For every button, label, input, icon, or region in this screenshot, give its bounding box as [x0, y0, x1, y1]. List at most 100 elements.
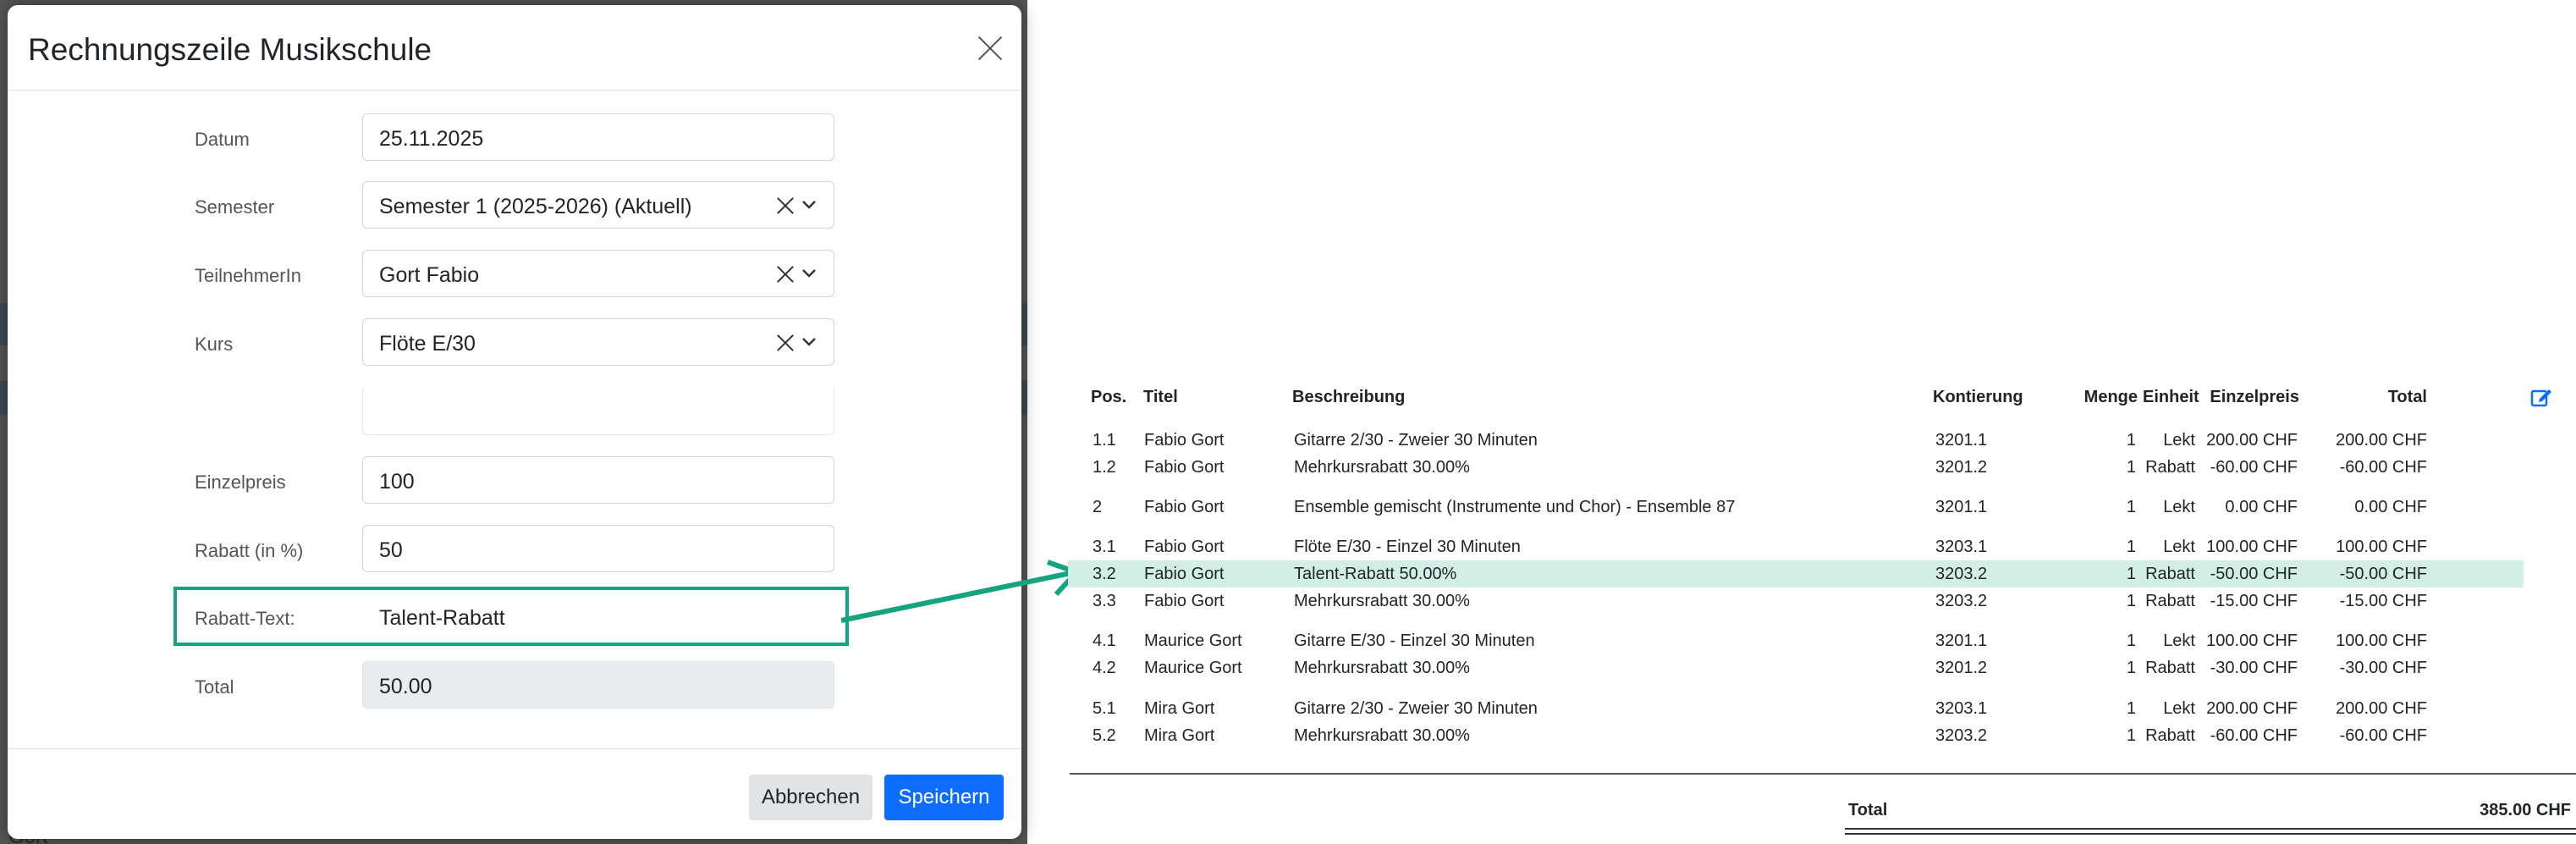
chevron-down-icon[interactable] — [801, 264, 817, 281]
clear-icon[interactable] — [776, 196, 795, 215]
kurs-select[interactable]: Flöte E/30 — [362, 318, 834, 366]
teilnehmer-value: Gort Fabio — [379, 263, 480, 287]
clear-icon[interactable] — [776, 265, 795, 284]
form-row-total: Total 50.00 — [8, 661, 1021, 712]
table-row: 3.1 Fabio Gort Flöte E/30 - Einzel 30 Minu… — [1068, 533, 2524, 560]
einzelpreis-input[interactable]: 100 — [362, 456, 834, 504]
cell-titel: Fabio Gort — [1144, 565, 1225, 583]
header-menge: Menge — [2083, 388, 2138, 406]
cell-einheit: Lekt — [2163, 431, 2195, 450]
header-pos: Pos. — [1091, 388, 1127, 406]
cell-titel: Mira Gort — [1144, 726, 1215, 745]
cell-einzelpreis: 200.00 CHF — [2206, 431, 2298, 450]
cell-beschreibung: Talent-Rabatt 50.00% — [1294, 565, 1457, 583]
datum-input[interactable]: 25.11.2025 — [362, 113, 834, 161]
semester-select[interactable]: Semester 1 (2025-2026) (Aktuell) — [362, 181, 834, 229]
cell-menge: 1 — [2126, 699, 2136, 718]
cell-menge: 1 — [2126, 659, 2136, 677]
teilnehmer-select[interactable]: Gort Fabio — [362, 250, 834, 297]
cell-total: 200.00 CHF — [2336, 431, 2427, 450]
arrow-icon — [841, 560, 1082, 623]
cell-einheit: Lekt — [2163, 498, 2195, 516]
cell-kontierung: 3203.2 — [1935, 726, 1988, 745]
invoice-total-label: Total — [1848, 801, 1888, 819]
cell-kontierung: 3203.1 — [1935, 699, 1988, 718]
clear-icon[interactable] — [776, 334, 795, 352]
form-row-teilnehmer: TeilnehmerIn Gort Fabio — [8, 250, 1021, 301]
cell-titel: Fabio Gort — [1144, 458, 1225, 477]
teilnehmer-label: TeilnehmerIn — [195, 265, 301, 286]
table-row: 1.1 Fabio Gort Gitarre 2/30 - Zweier 30 Mi… — [1068, 427, 2524, 454]
cell-titel: Mira Gort — [1144, 699, 1215, 718]
table-row: 5.2 Mira Gort Mehrkursrabatt 30.00% 3203.2 1… — [1068, 722, 2524, 749]
close-icon[interactable] — [976, 34, 1005, 63]
rabatt-input[interactable]: 50 — [362, 525, 834, 572]
save-button[interactable]: Speichern — [884, 775, 1004, 820]
edit-icon[interactable] — [2530, 386, 2552, 408]
table-row: 4.1 Maurice Gort Gitarre E/30 - Einzel 30 … — [1068, 627, 2524, 654]
form-row-datum: Datum 25.11.2025 — [8, 113, 1021, 164]
table-row: 3.3 Fabio Gort Mehrkursrabatt 30.00% 3203.2… — [1068, 587, 2524, 615]
cell-kontierung: 3201.1 — [1935, 431, 1988, 450]
cell-beschreibung: Mehrkursrabatt 30.00% — [1294, 458, 1470, 477]
cell-pos: 1.2 — [1093, 458, 1116, 477]
cell-einheit: Lekt — [2163, 699, 2195, 718]
total-field: 50.00 — [362, 661, 834, 709]
cell-einheit: Lekt — [2163, 538, 2195, 556]
form-row-kurs: Kurs Flöte E/30 — [8, 318, 1021, 369]
cell-menge: 1 — [2126, 592, 2136, 610]
cell-total: 100.00 CHF — [2336, 538, 2427, 556]
table-row: 3.2 Fabio Gort Talent-Rabatt 50.00% 3203.2 1… — [1068, 560, 2524, 587]
invoice-line-modal: Rechnungszeile Musikschule Datum 25.11.2… — [8, 5, 1021, 839]
rabatt-value: 50 — [379, 538, 403, 562]
cell-menge: 1 — [2126, 458, 2136, 477]
cell-total: -60.00 CHF — [2339, 726, 2427, 745]
header-titel: Titel — [1143, 388, 1178, 406]
header-beschreibung: Beschreibung — [1292, 388, 1406, 406]
cell-pos: 3.3 — [1093, 592, 1116, 610]
cell-einzelpreis: -30.00 CHF — [2210, 659, 2298, 677]
modal-footer: Abbrechen Speichern — [8, 748, 1021, 839]
modal-title: Rechnungszeile Musikschule — [28, 32, 432, 67]
cell-pos: 3.2 — [1093, 565, 1116, 583]
cell-pos: 5.1 — [1093, 699, 1116, 718]
table-row: 1.2 Fabio Gort Mehrkursrabatt 30.00% 3201.2… — [1068, 454, 2524, 481]
cell-einzelpreis: -50.00 CHF — [2210, 565, 2298, 583]
cell-titel: Fabio Gort — [1144, 498, 1225, 516]
kurs-value: Flöte E/30 — [379, 332, 476, 356]
cell-pos: 1.1 — [1093, 431, 1116, 450]
cell-pos: 3.1 — [1093, 538, 1116, 556]
einzelpreis-label: Einzelpreis — [195, 472, 286, 493]
cell-einzelpreis: 100.00 CHF — [2206, 538, 2298, 556]
semester-value: Semester 1 (2025-2026) (Aktuell) — [379, 195, 692, 218]
cell-pos: 4.1 — [1093, 632, 1116, 650]
cell-kontierung: 3201.1 — [1935, 632, 1988, 650]
cell-einzelpreis: -60.00 CHF — [2210, 726, 2298, 745]
cell-menge: 1 — [2126, 726, 2136, 745]
header-einzelpreis: Einzelpreis — [2210, 388, 2299, 406]
cell-kontierung: 3201.2 — [1935, 458, 1988, 477]
chevron-down-icon[interactable] — [801, 196, 817, 212]
chevron-down-icon[interactable] — [801, 333, 817, 350]
cell-einzelpreis: 200.00 CHF — [2206, 699, 2298, 718]
cell-beschreibung: Ensemble gemischt (Instrumente und Chor)… — [1294, 498, 1736, 516]
datum-value: 25.11.2025 — [379, 127, 484, 151]
cell-pos: 5.2 — [1093, 726, 1116, 745]
cell-kontierung: 3203.2 — [1935, 565, 1988, 583]
cell-beschreibung: Mehrkursrabatt 30.00% — [1294, 592, 1470, 610]
cell-beschreibung: Gitarre 2/30 - Zweier 30 Minuten — [1294, 699, 1538, 718]
total-label: Total — [195, 676, 234, 698]
table-row: 5.1 Mira Gort Gitarre 2/30 - Zweier 30 Min… — [1068, 695, 2524, 722]
cell-total: 100.00 CHF — [2336, 632, 2427, 650]
cell-titel: Fabio Gort — [1144, 538, 1225, 556]
table-row: 4.2 Maurice Gort Mehrkursrabatt 30.00% 3201… — [1068, 654, 2524, 681]
cell-beschreibung: Mehrkursrabatt 30.00% — [1294, 726, 1470, 745]
highlight-box — [173, 587, 849, 646]
cancel-button[interactable]: Abbrechen — [749, 775, 872, 820]
cell-total: -30.00 CHF — [2339, 659, 2427, 677]
empty-field[interactable] — [362, 388, 834, 435]
cell-menge: 1 — [2126, 565, 2136, 583]
cell-menge: 1 — [2126, 431, 2136, 450]
cell-einheit: Rabatt — [2145, 458, 2195, 477]
total-underline — [1845, 828, 2576, 830]
